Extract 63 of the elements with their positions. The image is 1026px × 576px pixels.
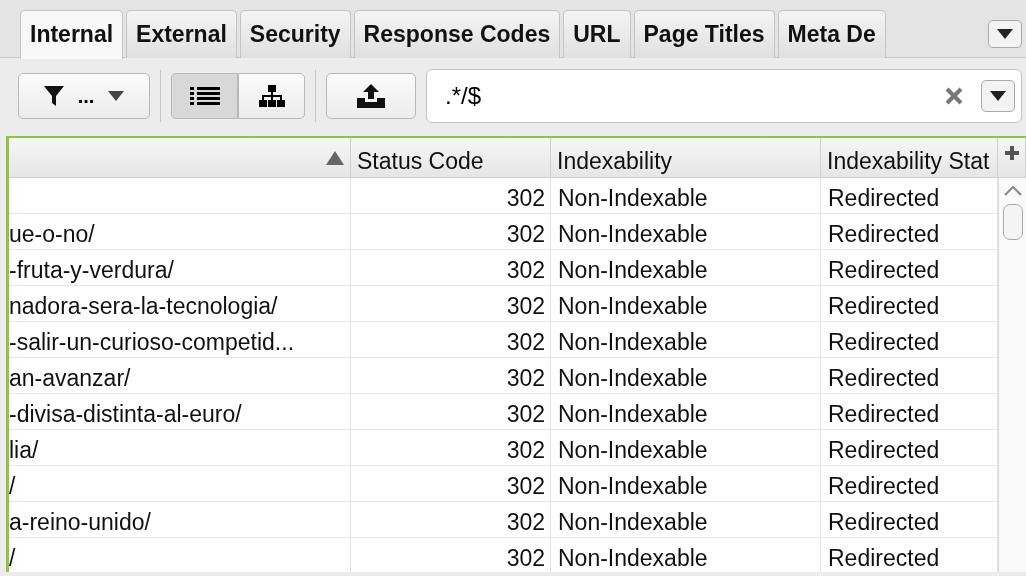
table-cell: a-reino-unido/ [9, 502, 351, 538]
tab[interactable]: External [126, 10, 237, 58]
table-cell: Non-Indexable [551, 286, 821, 322]
table-cell: 302 [351, 358, 551, 394]
table-cell: nadora-sera-la-tecnologia/ [9, 286, 351, 322]
table-cell: / [9, 466, 351, 502]
table-cell: an-avanzar/ [9, 358, 351, 394]
scrollbar-thumb[interactable] [1002, 204, 1023, 240]
tab[interactable]: Internal [20, 10, 124, 59]
tab[interactable]: Page Titles [633, 10, 775, 58]
scroll-up-icon [1003, 186, 1022, 196]
table-cell: -salir-un-curioso-competid... [9, 322, 351, 358]
hierarchy-icon [258, 85, 285, 107]
table-cell: -divisa-distinta-al-euro/ [9, 394, 351, 430]
dropdown-button[interactable] [981, 80, 1015, 112]
column-header[interactable]: Indexability Stat [821, 138, 998, 178]
table-cell: Non-Indexable [551, 538, 821, 572]
table-cell: -fruta-y-verdura/ [9, 250, 351, 286]
table-cell: 302 [351, 502, 551, 538]
export-button[interactable] [326, 73, 416, 119]
table-cell: 302 [351, 466, 551, 502]
caret-icon [997, 29, 1013, 39]
table-cell: Non-Indexable [551, 502, 821, 538]
tab[interactable]: Security [239, 10, 351, 58]
table-cell: 302 [351, 394, 551, 430]
table-cell: 302 [351, 178, 551, 214]
table-cell: Non-Indexable [551, 394, 821, 430]
plus-icon [1004, 146, 1019, 160]
search-bar[interactable]: .*/$ [426, 69, 1022, 123]
table-cell: 302 [351, 214, 551, 250]
table-cell: 302 [351, 322, 551, 358]
table-cell: Non-Indexable [551, 466, 821, 502]
table-cell: Non-Indexable [551, 178, 821, 214]
clear-icon [945, 87, 963, 105]
table-cell: Non-Indexable [551, 430, 821, 466]
table-cell: / [9, 538, 351, 572]
tab-list-button[interactable] [988, 20, 1022, 48]
table-cell: 302 [351, 430, 551, 466]
list-view-button[interactable] [171, 73, 238, 119]
table-cell: Non-Indexable [551, 322, 821, 358]
add-column-button[interactable] [998, 138, 1026, 178]
table-cell: ue-o-no/ [9, 214, 351, 250]
search-input[interactable]: .*/$ [443, 77, 945, 115]
table-cell: lia/ [9, 430, 351, 466]
column-header[interactable]: Indexability [551, 138, 821, 178]
caret-icon [990, 91, 1006, 101]
tab[interactable]: Response Codes [353, 10, 561, 58]
table-cell: 302 [351, 286, 551, 322]
filter-icon [43, 86, 64, 106]
list-icon [189, 86, 220, 106]
table-cell: 302 [351, 250, 551, 286]
table-cell: 302 [351, 538, 551, 572]
tree-view-button[interactable] [238, 73, 305, 119]
table-cell: Non-Indexable [551, 214, 821, 250]
tab[interactable]: URL [563, 10, 631, 58]
tab[interactable]: Meta De [777, 10, 886, 58]
caret-icon [108, 91, 125, 101]
column-header[interactable]: Status Code [351, 138, 551, 178]
filter-button[interactable]: ... [18, 73, 150, 119]
upload-icon [357, 84, 385, 108]
scrollbar[interactable] [998, 178, 1026, 572]
table-cell: Non-Indexable [551, 358, 821, 394]
table-cell: Non-Indexable [551, 250, 821, 286]
